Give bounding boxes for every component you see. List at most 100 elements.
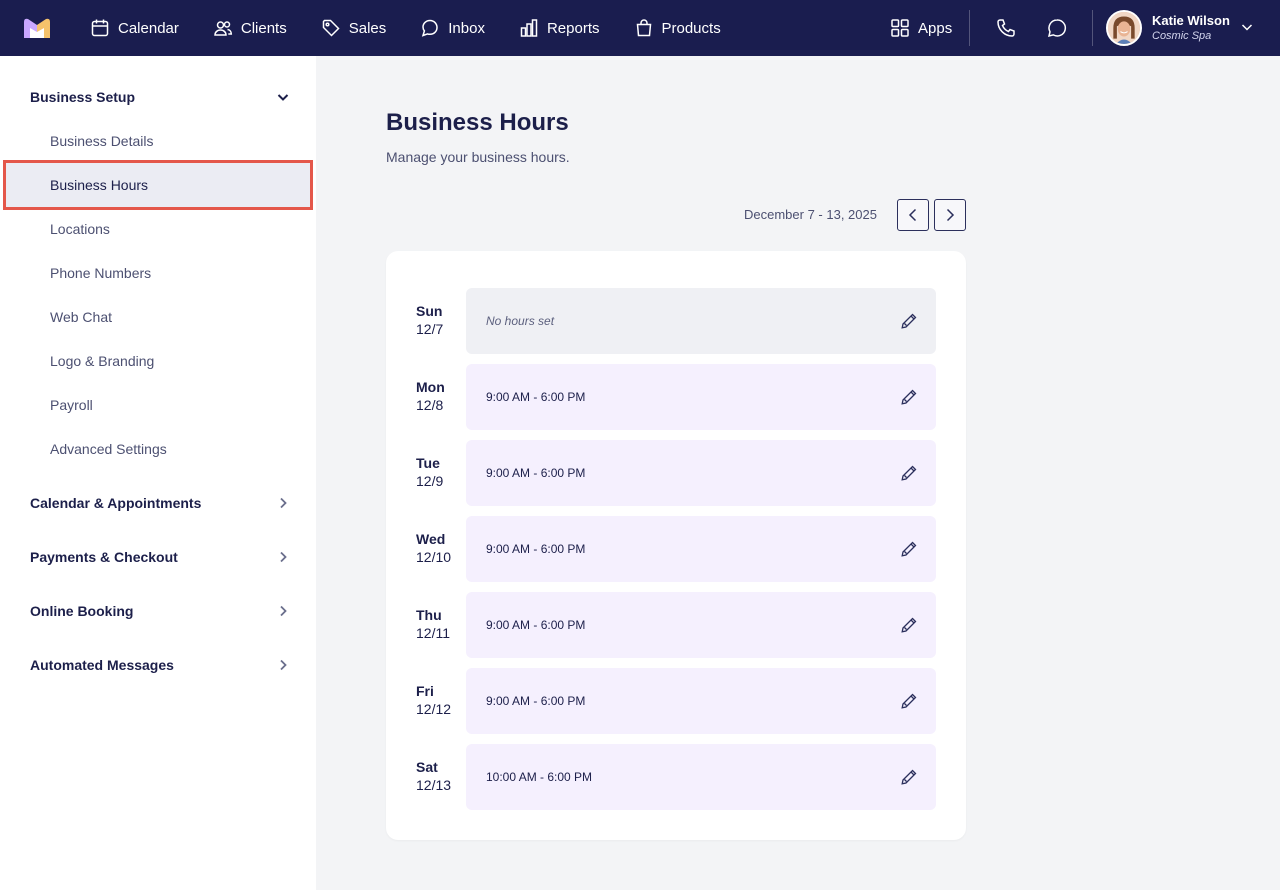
chevron-down-icon: [276, 90, 290, 104]
sidebar-item-payroll[interactable]: Payroll: [50, 395, 93, 415]
day-row-tue: Tue 12/9 9:00 AM - 6:00 PM: [416, 440, 936, 506]
day-date: 12/12: [416, 701, 452, 717]
day-label: Wed 12/10: [416, 530, 466, 566]
shopping-bag-icon: [634, 18, 654, 38]
chevron-right-icon: [276, 658, 290, 672]
previous-week-button[interactable]: [897, 199, 929, 231]
sidebar-item-advanced-settings[interactable]: Advanced Settings: [50, 439, 167, 459]
day-date: 12/8: [416, 397, 444, 413]
brand-logo[interactable]: [22, 16, 52, 40]
nav-sales[interactable]: Sales: [321, 0, 387, 56]
user-menu[interactable]: Katie Wilson Cosmic Spa: [1106, 10, 1230, 46]
chevron-right-icon: [276, 550, 290, 564]
phone-icon[interactable]: [995, 17, 1017, 39]
nav-label: Inbox: [448, 19, 485, 37]
hours-text: 9:00 AM - 6:00 PM: [486, 542, 586, 556]
apps-button[interactable]: Apps: [890, 0, 952, 56]
day-label: Mon 12/8: [416, 378, 466, 414]
nav-reports[interactable]: Reports: [519, 0, 600, 56]
section-business-setup[interactable]: Business Setup: [30, 86, 290, 108]
sidebar-item-web-chat[interactable]: Web Chat: [50, 307, 112, 327]
day-date: 12/11: [416, 625, 450, 641]
page-title: Business Hours: [386, 109, 569, 136]
sidebar-item-logo-branding[interactable]: Logo & Branding: [50, 351, 154, 371]
day-row-wed: Wed 12/10 9:00 AM - 6:00 PM: [416, 516, 936, 582]
day-row-mon: Mon 12/8 9:00 AM - 6:00 PM: [416, 364, 936, 430]
hours-text: 9:00 AM - 6:00 PM: [486, 390, 586, 404]
selection-outline: [3, 160, 313, 210]
section-label: Online Booking: [30, 603, 134, 619]
nav-label: Sales: [348, 19, 387, 37]
pencil-icon[interactable]: [900, 692, 918, 710]
day-label: Sun 12/7: [416, 302, 466, 338]
sidebar-item-phone-numbers[interactable]: Phone Numbers: [50, 263, 151, 283]
avatar: [1106, 10, 1142, 46]
chevron-down-icon[interactable]: [1240, 20, 1254, 34]
section-calendar-appointments[interactable]: Calendar & Appointments: [30, 492, 290, 514]
section-label: Business Setup: [30, 89, 136, 105]
apps-label: Apps: [918, 19, 953, 37]
top-navigation-bar: Calendar Clients Sales Inbox Reports Pro…: [0, 0, 1280, 56]
hours-text: No hours set: [486, 314, 555, 328]
settings-sidebar: Business Setup Business Details Business…: [0, 56, 316, 890]
section-label: Calendar & Appointments: [30, 495, 202, 511]
day-date: 12/7: [416, 321, 444, 337]
section-label: Payments & Checkout: [30, 549, 178, 565]
day-name: Wed: [416, 531, 446, 547]
user-name: Katie Wilson: [1152, 13, 1230, 28]
business-hours-card: Sun 12/7 No hours set Mon 12/8 9:00 AM -…: [386, 251, 966, 840]
pencil-icon[interactable]: [900, 616, 918, 634]
nav-products[interactable]: Products: [634, 0, 721, 56]
day-row-sat: Sat 12/13 10:00 AM - 6:00 PM: [416, 744, 936, 810]
date-range-label: December 7 - 13, 2025: [744, 207, 877, 222]
section-online-booking[interactable]: Online Booking: [30, 600, 290, 622]
pencil-icon[interactable]: [900, 464, 918, 482]
hours-text: 10:00 AM - 6:00 PM: [486, 770, 593, 784]
hours-box[interactable]: 9:00 AM - 6:00 PM: [466, 516, 936, 582]
section-automated-messages[interactable]: Automated Messages: [30, 654, 290, 676]
nav-calendar[interactable]: Calendar: [90, 0, 179, 56]
day-name: Sun: [416, 303, 443, 319]
clients-icon: [213, 18, 233, 38]
hours-box[interactable]: 9:00 AM - 6:00 PM: [466, 440, 936, 506]
hours-text: 9:00 AM - 6:00 PM: [486, 694, 586, 708]
nav-clients[interactable]: Clients: [213, 0, 287, 56]
pencil-icon[interactable]: [900, 768, 918, 786]
pencil-icon[interactable]: [900, 388, 918, 406]
day-label: Fri 12/12: [416, 682, 466, 718]
chat-icon[interactable]: [1046, 17, 1068, 39]
sidebar-item-locations[interactable]: Locations: [50, 219, 110, 239]
chevron-right-icon: [276, 496, 290, 510]
day-name: Fri: [416, 683, 434, 699]
hours-box[interactable]: No hours set: [466, 288, 936, 354]
next-week-button[interactable]: [934, 199, 966, 231]
day-label: Sat 12/13: [416, 758, 466, 794]
day-row-thu: Thu 12/11 9:00 AM - 6:00 PM: [416, 592, 936, 658]
hours-box[interactable]: 9:00 AM - 6:00 PM: [466, 364, 936, 430]
bar-chart-icon: [519, 18, 539, 38]
chevron-right-icon: [946, 208, 955, 222]
grid-icon: [890, 18, 910, 38]
section-payments-checkout[interactable]: Payments & Checkout: [30, 546, 290, 568]
inbox-icon: [420, 18, 440, 38]
hours-box[interactable]: 10:00 AM - 6:00 PM: [466, 744, 936, 810]
divider: [969, 10, 970, 46]
pencil-icon[interactable]: [900, 312, 918, 330]
day-label: Tue 12/9: [416, 454, 466, 490]
divider: [1092, 10, 1093, 46]
page-subtitle: Manage your business hours.: [386, 149, 570, 165]
nav-label: Products: [661, 19, 721, 37]
nav-inbox[interactable]: Inbox: [420, 0, 485, 56]
section-label: Automated Messages: [30, 657, 174, 673]
day-date: 12/9: [416, 473, 444, 489]
day-label: Thu 12/11: [416, 606, 466, 642]
nav-label: Reports: [546, 19, 600, 37]
hours-box[interactable]: 9:00 AM - 6:00 PM: [466, 592, 936, 658]
calendar-icon: [90, 18, 110, 38]
day-name: Sat: [416, 759, 438, 775]
pencil-icon[interactable]: [900, 540, 918, 558]
sidebar-item-business-details[interactable]: Business Details: [50, 131, 154, 151]
hours-text: 9:00 AM - 6:00 PM: [486, 466, 586, 480]
hours-box[interactable]: 9:00 AM - 6:00 PM: [466, 668, 936, 734]
day-name: Thu: [416, 607, 442, 623]
